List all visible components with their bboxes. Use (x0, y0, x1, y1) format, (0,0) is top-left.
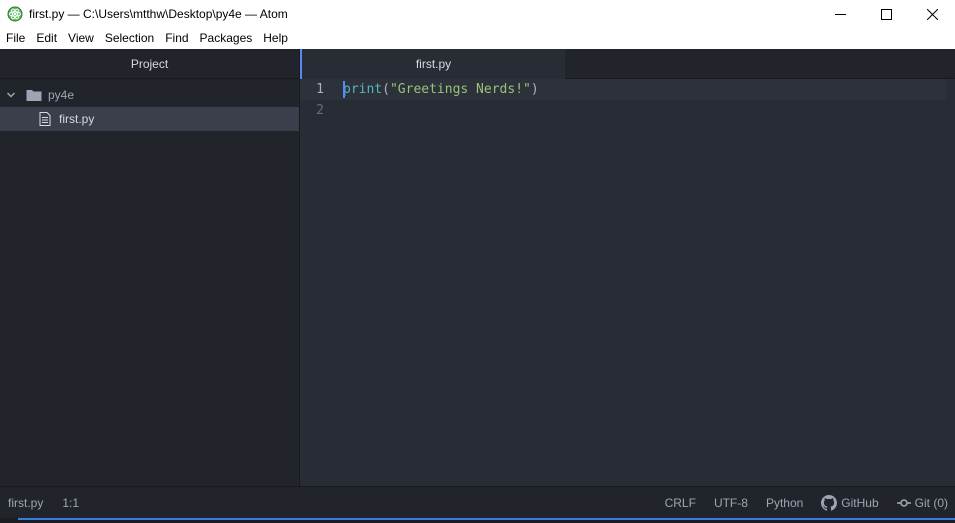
menu-help[interactable]: Help (258, 28, 293, 49)
minimize-button[interactable] (817, 0, 863, 28)
file-text-icon (39, 112, 51, 126)
code-line[interactable]: 2 (300, 100, 955, 121)
line-number: 1 (316, 82, 324, 97)
menu-file[interactable]: File (6, 28, 30, 49)
paren-token: ( (382, 82, 390, 97)
title-bar: first.py — C:\Users\mtthw\Desktop\py4e —… (0, 0, 955, 28)
tab-first-py[interactable]: first.py (300, 49, 565, 79)
keyword-token: print (343, 82, 383, 97)
status-git-button[interactable]: Git (0) (896, 495, 948, 510)
code-editor[interactable]: 1 print("Greetings Nerds!") 2 (300, 79, 955, 121)
minimize-icon (834, 13, 846, 15)
menu-find[interactable]: Find (160, 28, 193, 49)
paren-token: ) (530, 82, 539, 97)
status-github-button[interactable]: GitHub (821, 494, 879, 511)
github-icon (821, 494, 838, 511)
line-content[interactable]: print("Greetings Nerds!") (338, 79, 539, 100)
menu-packages[interactable]: Packages (195, 28, 258, 49)
atom-icon (7, 6, 23, 22)
status-grammar[interactable]: Python (766, 496, 803, 510)
editor-pane: first.py 1 print("Greetings Nerds!") 2 (300, 49, 955, 486)
maximize-button[interactable] (863, 0, 909, 28)
menu-bar: File Edit View Selection Find Packages H… (0, 28, 955, 49)
git-label: Git (0) (914, 495, 948, 510)
line-number: 2 (316, 103, 324, 118)
status-bar: first.py 1:1 CRLF UTF-8 Python GitHub Gi… (0, 486, 955, 518)
menu-view[interactable]: View (63, 28, 99, 49)
text-cursor (343, 81, 345, 98)
line-content[interactable] (338, 100, 343, 121)
status-line-ending[interactable]: CRLF (665, 496, 696, 510)
tab-bar: first.py (300, 49, 955, 79)
menu-selection[interactable]: Selection (100, 28, 159, 49)
folder-name: py4e (48, 88, 75, 102)
status-encoding[interactable]: UTF-8 (714, 496, 748, 510)
accent-line (18, 518, 955, 520)
code-line[interactable]: 1 print("Greetings Nerds!") (300, 79, 947, 100)
close-icon (926, 8, 938, 20)
status-cursor-position[interactable]: 1:1 (62, 496, 79, 510)
window-title: first.py — C:\Users\mtthw\Desktop\py4e —… (29, 7, 288, 21)
github-label: GitHub (841, 495, 879, 510)
tree-file-first-py[interactable]: first.py (0, 107, 299, 131)
maximize-icon (880, 8, 892, 20)
project-tree-panel: Project py4e first.py (0, 49, 300, 486)
project-panel-title[interactable]: Project (0, 49, 299, 79)
taskbar-edge (0, 518, 955, 523)
string-token: "Greetings Nerds!" (389, 82, 531, 97)
menu-edit[interactable]: Edit (31, 28, 62, 49)
tree-folder-py4e[interactable]: py4e (0, 83, 299, 107)
chevron-down-icon[interactable] (6, 90, 16, 100)
git-commit-icon (896, 498, 911, 507)
folder-icon (26, 90, 42, 101)
close-button[interactable] (909, 0, 955, 28)
window-controls (817, 0, 955, 28)
status-file-path[interactable]: first.py (8, 496, 43, 510)
file-name: first.py (59, 112, 95, 126)
